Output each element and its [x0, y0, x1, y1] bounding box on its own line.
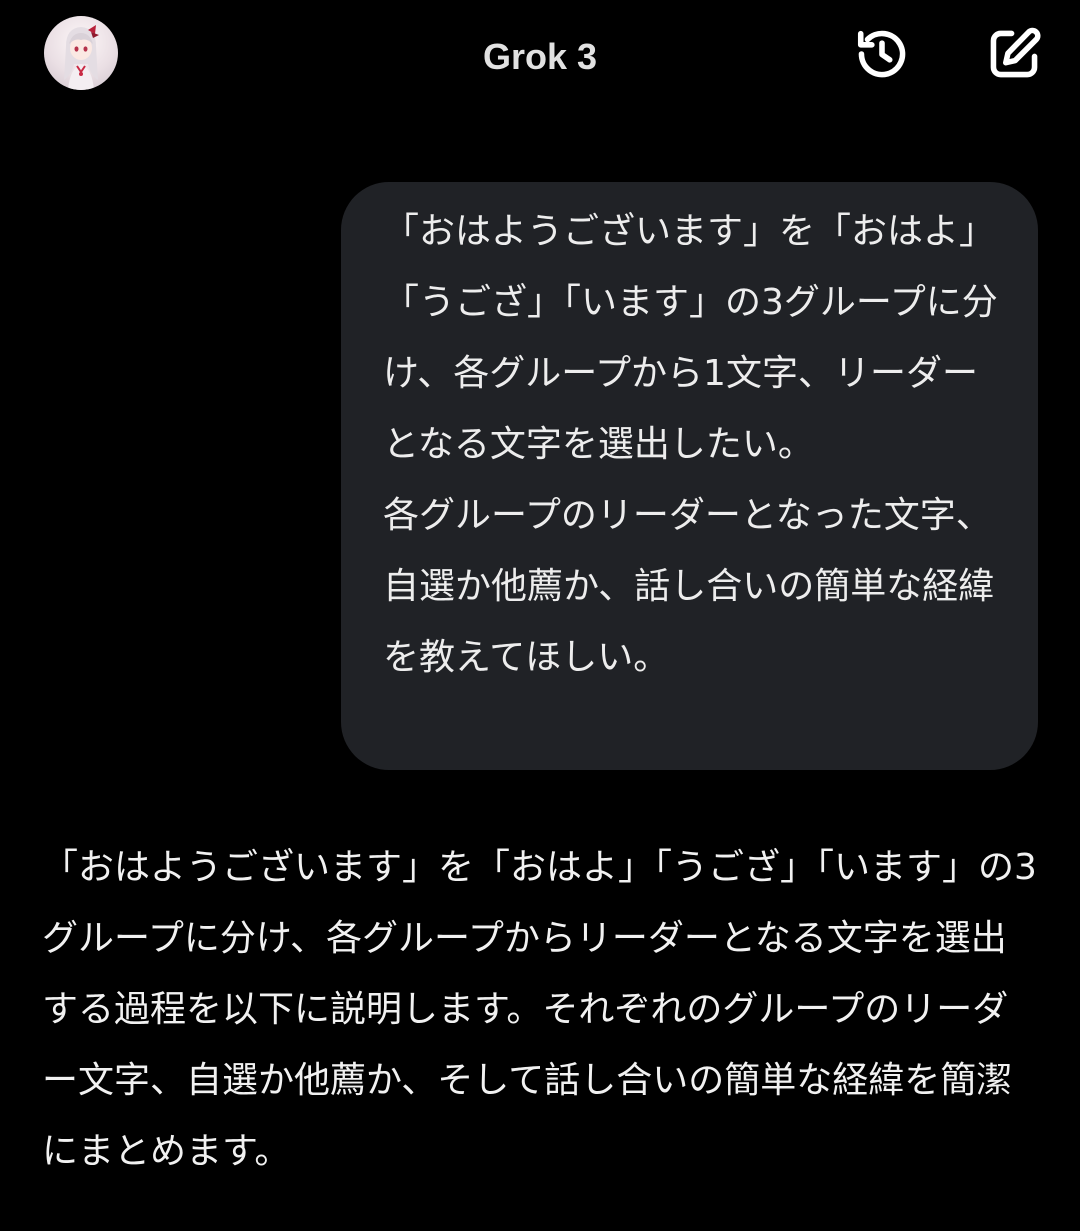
avatar-image: [64, 25, 99, 90]
assistant-message-text: 「おはようございます」を「おはよ」「うござ」「います」の3グループに分け、各グル…: [42, 847, 1037, 1172]
top-bar: Grok 3: [0, 0, 1080, 110]
new-chat-button[interactable]: [984, 24, 1044, 84]
history-button[interactable]: [852, 24, 912, 84]
page-title: Grok 3: [482, 36, 598, 77]
edit-icon: [990, 27, 1041, 78]
avatar[interactable]: [44, 16, 118, 90]
user-message-text: 「おはようございます」を「おはよ」「うござ」「います」の3グループに分け、各グル…: [383, 211, 998, 678]
history-icon: [857, 30, 906, 78]
assistant-message: 「おはようございます」を「おはよ」「うござ」「います」の3グループに分け、各グル…: [42, 832, 1042, 1187]
user-message-bubble: 「おはようございます」を「おはよ」「うござ」「います」の3グループに分け、各グル…: [341, 182, 1038, 770]
